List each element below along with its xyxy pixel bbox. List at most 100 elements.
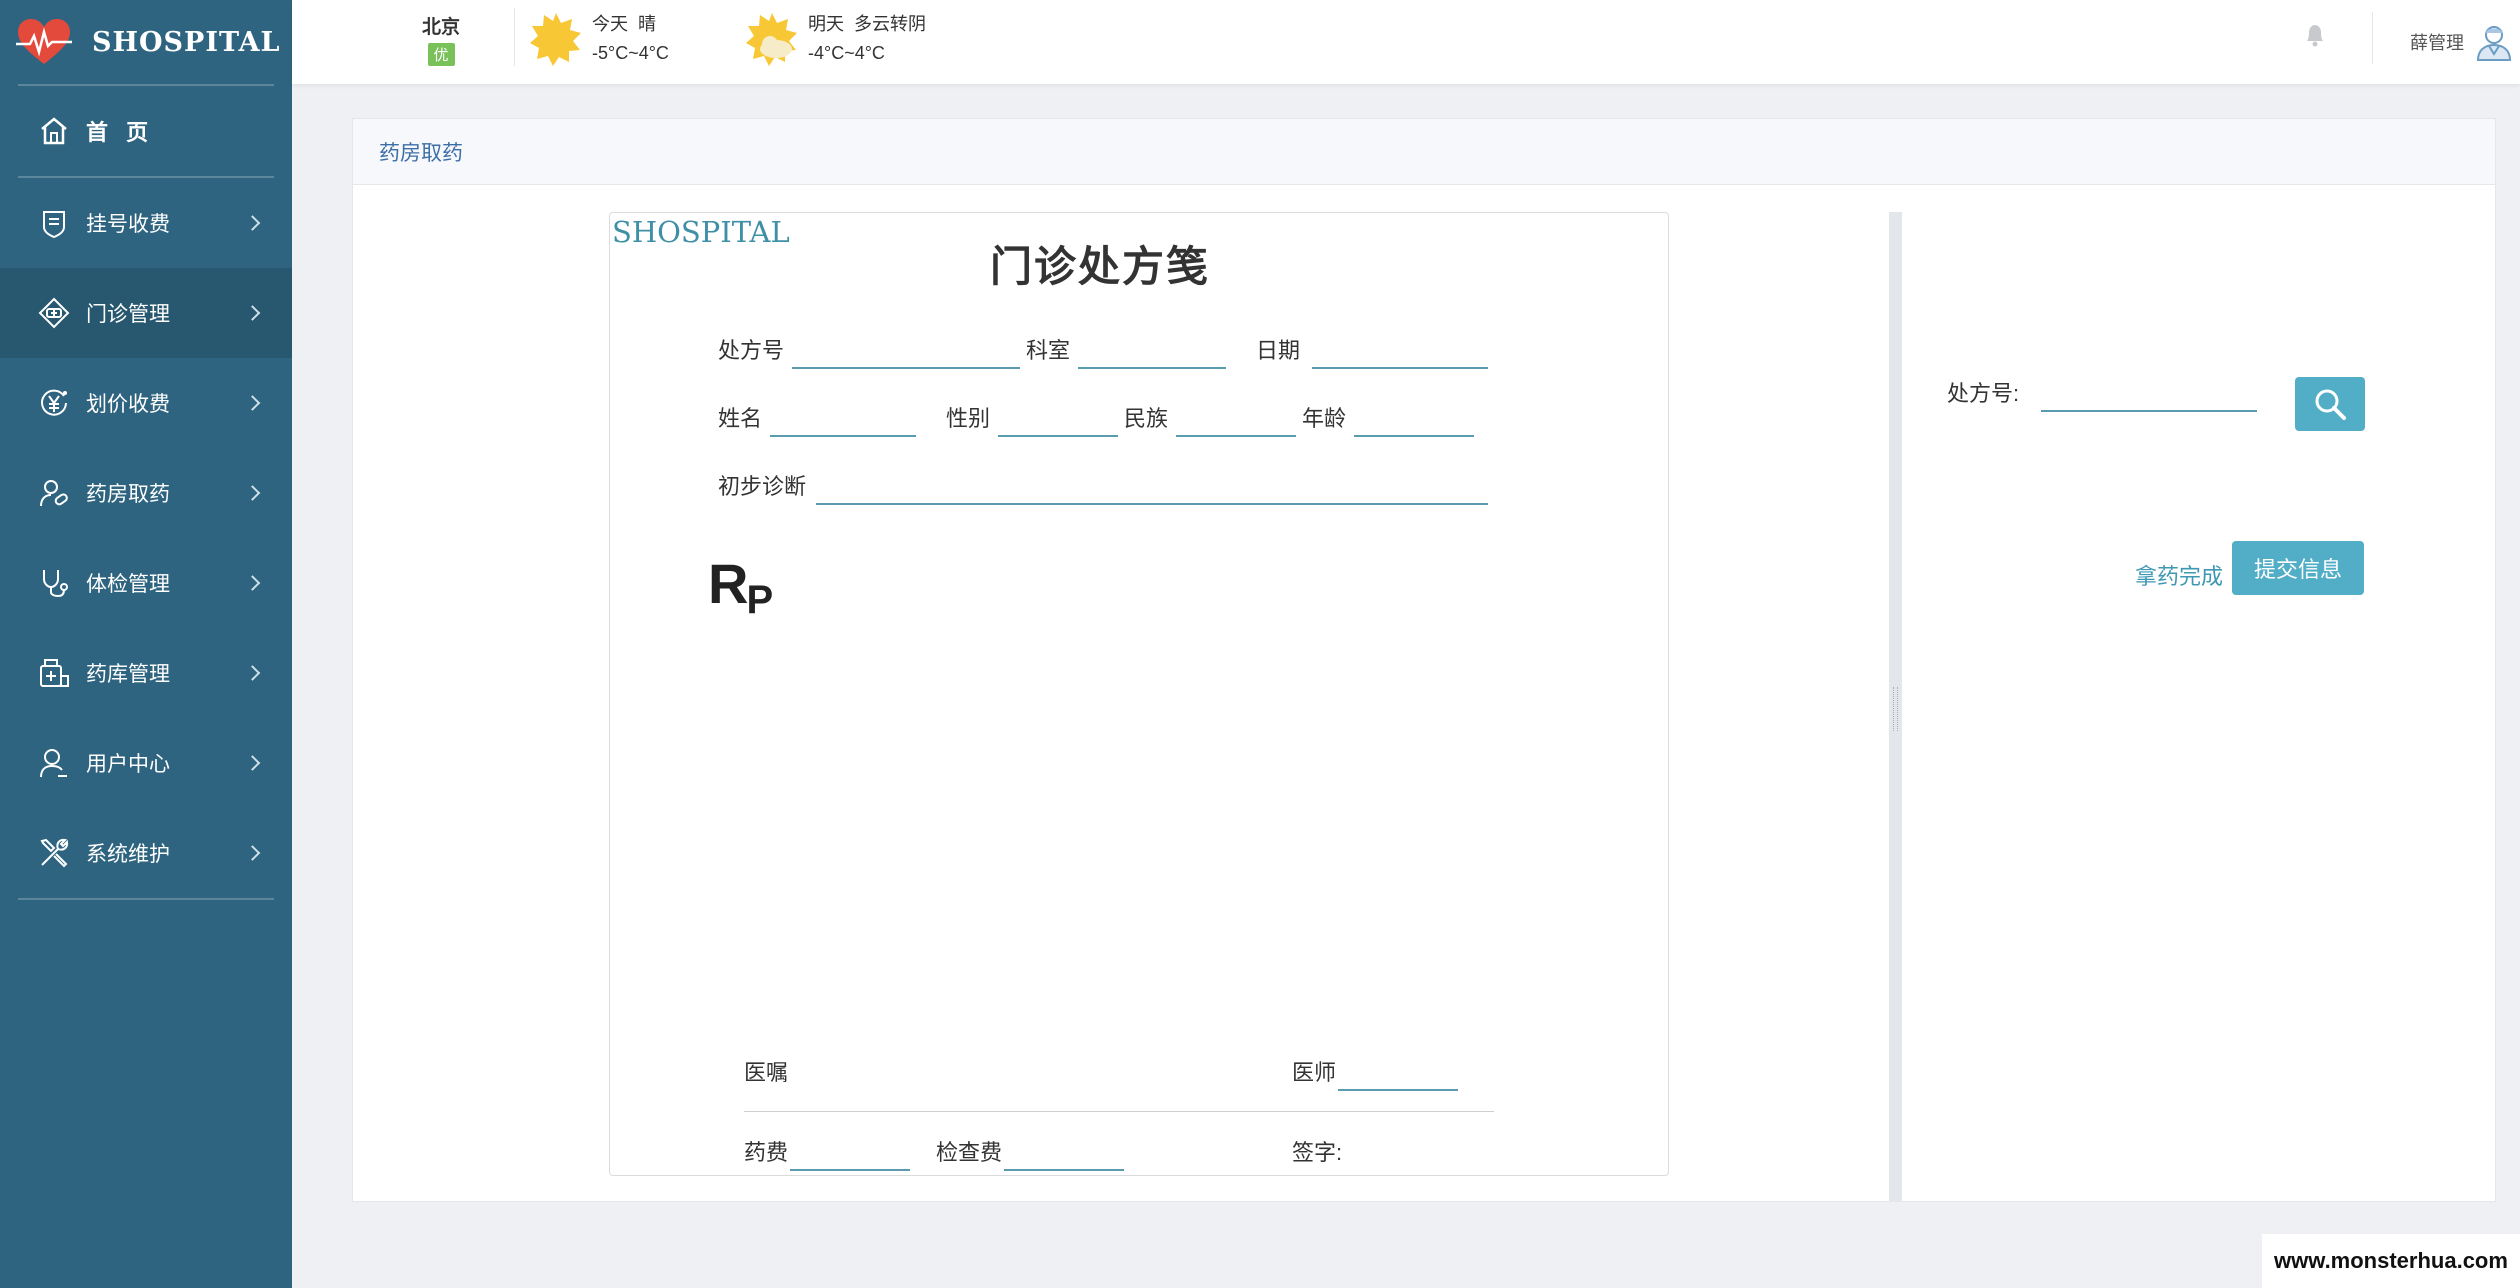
clinic-icon (38, 297, 70, 329)
sidebar-item-label: 系统维护 (86, 843, 170, 866)
app-logo[interactable]: SHOSPITAL (0, 0, 292, 84)
prescription-title: 门诊处方笺 (989, 243, 1210, 290)
form-row: 处方号 科室 日期 (718, 329, 1489, 369)
exam-fee-label: 检查费 (936, 1140, 1003, 1165)
breadcrumb: 药房取药 (353, 119, 2495, 185)
sidebar-item-pharmacy[interactable]: 药房取药 (0, 448, 292, 538)
sidebar-divider (18, 898, 274, 900)
registration-icon (43, 211, 65, 239)
search-label: 处方号: (1947, 381, 2020, 406)
partly-cloudy-icon (746, 13, 797, 66)
today-condition: 晴 (638, 14, 657, 34)
diagnosis-field (816, 475, 1489, 505)
sidebar-item-label: 体检管理 (86, 573, 170, 596)
chevron-right-icon (244, 215, 261, 231)
sidebar-item-label: 药库管理 (86, 663, 170, 686)
sidebar-item-label: 挂号收费 (86, 213, 170, 236)
age-field (1354, 407, 1475, 437)
chevron-right-icon (244, 305, 261, 321)
sidebar-item-medicine-store[interactable]: 药库管理 (0, 628, 292, 718)
today-temp: -5°C~4°C (592, 43, 669, 63)
age-label: 年龄 (1302, 406, 1347, 431)
sidebar-item-clinic[interactable]: 门诊管理 (0, 268, 292, 358)
chevron-right-icon (244, 665, 261, 681)
top-bar: 北京 优 今天 晴 -5°C~4°C 明天 多云转阴 -4°C~4°C 薛管理 (292, 0, 2520, 84)
doctor-label: 医师 (1292, 1060, 1337, 1085)
sun-icon (530, 13, 581, 66)
date-field (1312, 339, 1489, 369)
form-row: 姓名 性别 民族 年龄 (718, 397, 1475, 437)
search-button[interactable] (2295, 377, 2365, 431)
city-name: 北京 (422, 17, 461, 38)
form-row: 签字: (1292, 1131, 1342, 1171)
dept-field (1078, 339, 1227, 369)
sidebar-item-label: 用户中心 (86, 753, 170, 776)
user-menu[interactable]: 薛管理 (2410, 22, 2514, 62)
exam-fee-field (1004, 1141, 1125, 1171)
weather-tomorrow: 明天 多云转阴 -4°C~4°C (744, 10, 926, 68)
breadcrumb-item[interactable]: 药房取药 (379, 137, 463, 167)
sidebar-item-user-center[interactable]: 用户中心 (0, 718, 292, 808)
heart-pulse-icon (16, 19, 72, 64)
form-row: 医师 (1292, 1051, 1459, 1091)
chevron-right-icon (244, 755, 261, 771)
dept-label: 科室 (1026, 338, 1071, 363)
name-label: 姓名 (718, 406, 763, 431)
rx-no-input[interactable] (2041, 376, 2257, 412)
tomorrow-label: 明天 (808, 14, 844, 34)
sidebar: SHOSPITAL 首 页 挂号收费 门诊管理 划价收费 药房取药 体检管理 药… (0, 0, 292, 1288)
app-name: SHOSPITAL (92, 26, 281, 58)
pharmacy-icon (40, 480, 68, 507)
signature-label: 签字: (1292, 1140, 1343, 1165)
sidebar-item-home[interactable]: 首 页 (0, 86, 292, 176)
main-card: 药房取药 SHOSPITAL 门诊处方笺 处方号 科室 日期 姓名 性别 民族 … (352, 118, 2496, 1202)
sidebar-item-system[interactable]: 系统维护 (0, 808, 292, 898)
sidebar-item-label: 门诊管理 (86, 303, 170, 326)
chevron-right-icon (244, 845, 261, 861)
date-label: 日期 (1256, 338, 1301, 363)
diagnosis-label: 初步诊断 (718, 474, 807, 499)
ethnicity-label: 民族 (1124, 406, 1169, 431)
rx-no-label: 处方号 (718, 338, 785, 363)
bell-icon[interactable] (2304, 22, 2326, 48)
submit-button[interactable]: 提交信息 (2232, 541, 2364, 595)
form-row: 医嘱 (744, 1051, 788, 1091)
divider (2372, 12, 2373, 64)
yen-coin-icon (41, 389, 67, 416)
prescription-form: SHOSPITAL 门诊处方笺 处方号 科室 日期 姓名 性别 民族 年龄 初步… (609, 212, 1669, 1176)
doctor-field (1338, 1061, 1459, 1091)
search-icon (2315, 389, 2346, 420)
sidebar-item-pricing[interactable]: 划价收费 (0, 358, 292, 448)
form-row: 药费 检查费 (744, 1131, 1125, 1171)
home-icon (41, 117, 67, 145)
today-label: 今天 (592, 14, 628, 34)
rp-symbol: RP (708, 552, 774, 622)
pickup-done-link[interactable]: 拿药完成 (2135, 559, 2223, 591)
divider (514, 8, 515, 66)
sidebar-item-label: 首 页 (86, 120, 155, 145)
weather-city: 北京 优 (422, 12, 460, 66)
sidebar-item-physical-exam[interactable]: 体检管理 (0, 538, 292, 628)
gender-field (998, 407, 1119, 437)
ethnicity-field (1176, 407, 1297, 437)
form-row: 初步诊断 (718, 465, 1489, 505)
pane-splitter[interactable] (1889, 212, 1902, 1202)
chevron-right-icon (244, 485, 261, 501)
watermark: www.monsterhua.com (2262, 1234, 2520, 1288)
stethoscope-icon (43, 570, 68, 598)
gender-label: 性别 (946, 406, 991, 431)
advice-label: 医嘱 (744, 1060, 789, 1085)
tomorrow-temp: -4°C~4°C (808, 43, 885, 63)
name-field (770, 407, 917, 437)
medicine-store-icon (40, 659, 69, 687)
sidebar-item-label: 药房取药 (86, 483, 170, 506)
rx-no-field (792, 339, 1021, 369)
sidebar-item-registration[interactable]: 挂号收费 (0, 178, 292, 268)
divider (744, 1111, 1494, 1112)
user-icon (40, 749, 67, 778)
chevron-right-icon (244, 575, 261, 591)
doctor-avatar-icon (2476, 26, 2512, 61)
weather-today: 今天 晴 -5°C~4°C (528, 10, 669, 68)
drug-fee-label: 药费 (744, 1140, 789, 1165)
tools-icon (40, 838, 69, 868)
